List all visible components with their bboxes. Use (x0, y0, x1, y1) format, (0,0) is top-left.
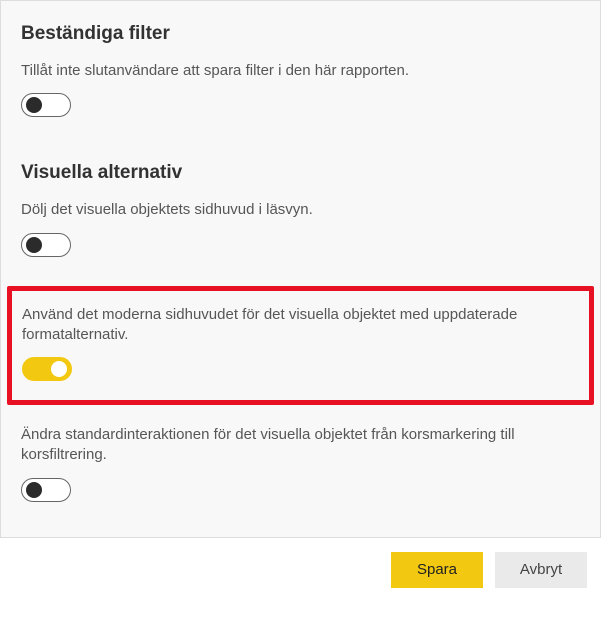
toggle-modern-visual-header[interactable] (22, 357, 72, 381)
dialog-footer: Spara Avbryt (0, 538, 601, 596)
option-hide-visual-header: Dölj det visuella objektets sidhuvud i l… (21, 200, 580, 261)
settings-panel: Beständiga filter Tillåt inte slutanvänd… (0, 0, 601, 538)
toggle-knob (26, 482, 42, 498)
save-button[interactable]: Spara (391, 552, 483, 588)
option-cross-filter-default-label: Ändra standardinteraktionen för det visu… (21, 425, 580, 466)
toggle-knob (26, 97, 42, 113)
option-cross-filter-default: Ändra standardinteraktionen för det visu… (21, 425, 580, 507)
option-disable-save-filters: Tillåt inte slutanvändare att spara filt… (21, 61, 580, 122)
persistent-filters-heading: Beständiga filter (21, 23, 580, 45)
option-disable-save-filters-label: Tillåt inte slutanvändare att spara filt… (21, 61, 580, 81)
toggle-knob (51, 361, 67, 377)
option-modern-visual-header-label: Använd det moderna sidhuvudet för det vi… (22, 305, 579, 346)
toggle-hide-visual-header[interactable] (21, 233, 71, 257)
cancel-button[interactable]: Avbryt (495, 552, 587, 588)
option-modern-visual-header: Använd det moderna sidhuvudet för det vi… (22, 305, 579, 387)
highlighted-option: Använd det moderna sidhuvudet för det vi… (7, 286, 594, 406)
toggle-disable-save-filters[interactable] (21, 93, 71, 117)
toggle-cross-filter-default[interactable] (21, 478, 71, 502)
visual-options-heading: Visuella alternativ (21, 162, 580, 184)
option-hide-visual-header-label: Dölj det visuella objektets sidhuvud i l… (21, 200, 580, 220)
toggle-knob (26, 237, 42, 253)
